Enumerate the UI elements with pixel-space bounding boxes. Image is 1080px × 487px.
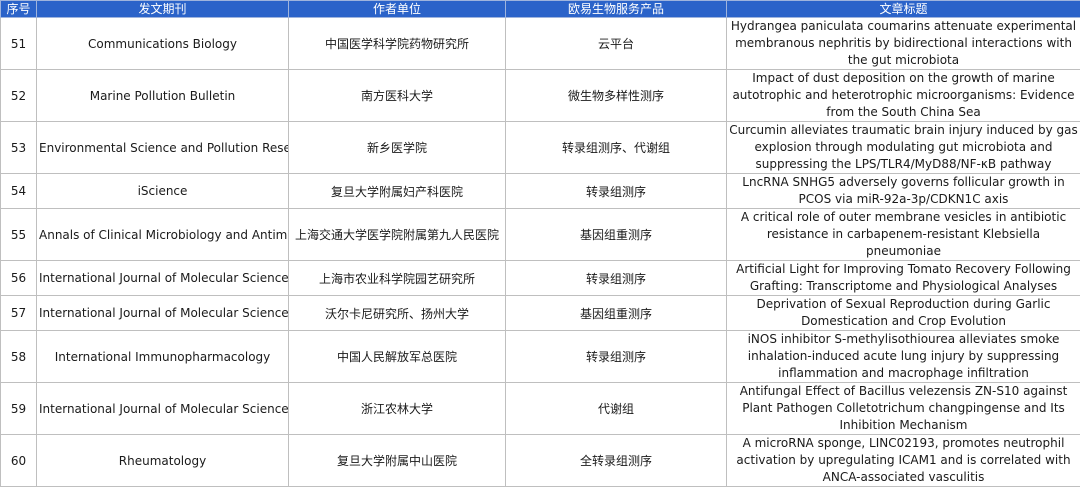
row-title: Antifungal Effect of Bacillus velezensis… — [727, 383, 1080, 435]
row-journal: Marine Pollution Bulletin — [37, 70, 289, 122]
table-row: 53 Environmental Science and Pollution R… — [1, 122, 1080, 174]
row-affiliation: 上海交通大学医学院附属第九人民医院 — [289, 209, 506, 261]
row-affiliation: 新乡医学院 — [289, 122, 506, 174]
row-affiliation: 沃尔卡尼研究所、扬州大学 — [289, 296, 506, 331]
row-service: 转录组测序 — [506, 261, 727, 296]
table-row: 52 Marine Pollution Bulletin 南方医科大学 微生物多… — [1, 70, 1080, 122]
row-no: 55 — [1, 209, 37, 261]
row-journal: iScience — [37, 174, 289, 209]
row-no: 58 — [1, 331, 37, 383]
row-title: Deprivation of Sexual Reproduction durin… — [727, 296, 1080, 331]
row-journal: Communications Biology — [37, 18, 289, 70]
row-title: Hydrangea paniculata coumarins attenuate… — [727, 18, 1080, 70]
header-service: 欧易生物服务产品 — [506, 1, 727, 18]
row-affiliation: 中国人民解放军总医院 — [289, 331, 506, 383]
row-journal: Environmental Science and Pollution Rese… — [37, 122, 289, 174]
table-row: 51 Communications Biology 中国医学科学院药物研究所 云… — [1, 18, 1080, 70]
row-journal: International Journal of Molecular Scien… — [37, 296, 289, 331]
table-row: 60 Rheumatology 复旦大学附属中山医院 全转录组测序 A micr… — [1, 435, 1080, 487]
row-title: A critical role of outer membrane vesicl… — [727, 209, 1080, 261]
row-service: 基因组重测序 — [506, 296, 727, 331]
header-title: 文章标题 — [727, 1, 1080, 18]
table-row: 55 Annals of Clinical Microbiology and A… — [1, 209, 1080, 261]
table-row: 56 International Journal of Molecular Sc… — [1, 261, 1080, 296]
row-journal: International Immunopharmacology — [37, 331, 289, 383]
row-no: 56 — [1, 261, 37, 296]
row-no: 52 — [1, 70, 37, 122]
row-service: 全转录组测序 — [506, 435, 727, 487]
table-body: 51 Communications Biology 中国医学科学院药物研究所 云… — [1, 18, 1080, 487]
row-journal: Annals of Clinical Microbiology and Anti… — [37, 209, 289, 261]
table-row: 57 International Journal of Molecular Sc… — [1, 296, 1080, 331]
row-title: Artificial Light for Improving Tomato Re… — [727, 261, 1080, 296]
header-affiliation: 作者单位 — [289, 1, 506, 18]
row-no: 59 — [1, 383, 37, 435]
row-service: 基因组重测序 — [506, 209, 727, 261]
row-no: 54 — [1, 174, 37, 209]
row-affiliation: 南方医科大学 — [289, 70, 506, 122]
row-service: 微生物多样性测序 — [506, 70, 727, 122]
row-affiliation: 上海市农业科学院园艺研究所 — [289, 261, 506, 296]
row-title: iNOS inhibitor S-methylisothiourea allev… — [727, 331, 1080, 383]
row-service: 转录组测序、代谢组 — [506, 122, 727, 174]
row-journal: Rheumatology — [37, 435, 289, 487]
row-no: 51 — [1, 18, 37, 70]
publications-table: 序号 发文期刊 作者单位 欧易生物服务产品 文章标题 51 Communicat… — [0, 0, 1080, 487]
row-service: 转录组测序 — [506, 331, 727, 383]
header-journal: 发文期刊 — [37, 1, 289, 18]
row-affiliation: 复旦大学附属妇产科医院 — [289, 174, 506, 209]
table-row: 58 International Immunopharmacology 中国人民… — [1, 331, 1080, 383]
row-affiliation: 中国医学科学院药物研究所 — [289, 18, 506, 70]
row-affiliation: 浙江农林大学 — [289, 383, 506, 435]
row-no: 57 — [1, 296, 37, 331]
row-service: 转录组测序 — [506, 174, 727, 209]
table-row: 59 International Journal of Molecular Sc… — [1, 383, 1080, 435]
row-affiliation: 复旦大学附属中山医院 — [289, 435, 506, 487]
header-row: 序号 发文期刊 作者单位 欧易生物服务产品 文章标题 — [1, 1, 1080, 18]
row-title: Curcumin alleviates traumatic brain inju… — [727, 122, 1080, 174]
row-service: 云平台 — [506, 18, 727, 70]
table-row: 54 iScience 复旦大学附属妇产科医院 转录组测序 LncRNA SNH… — [1, 174, 1080, 209]
row-no: 60 — [1, 435, 37, 487]
row-journal: International Journal of Molecular Scien… — [37, 261, 289, 296]
row-journal: International Journal of Molecular Scien… — [37, 383, 289, 435]
header-no: 序号 — [1, 1, 37, 18]
table-header: 序号 发文期刊 作者单位 欧易生物服务产品 文章标题 — [1, 1, 1080, 18]
row-no: 53 — [1, 122, 37, 174]
row-title: A microRNA sponge, LINC02193, promotes n… — [727, 435, 1080, 487]
row-title: Impact of dust deposition on the growth … — [727, 70, 1080, 122]
row-service: 代谢组 — [506, 383, 727, 435]
row-title: LncRNA SNHG5 adversely governs follicula… — [727, 174, 1080, 209]
